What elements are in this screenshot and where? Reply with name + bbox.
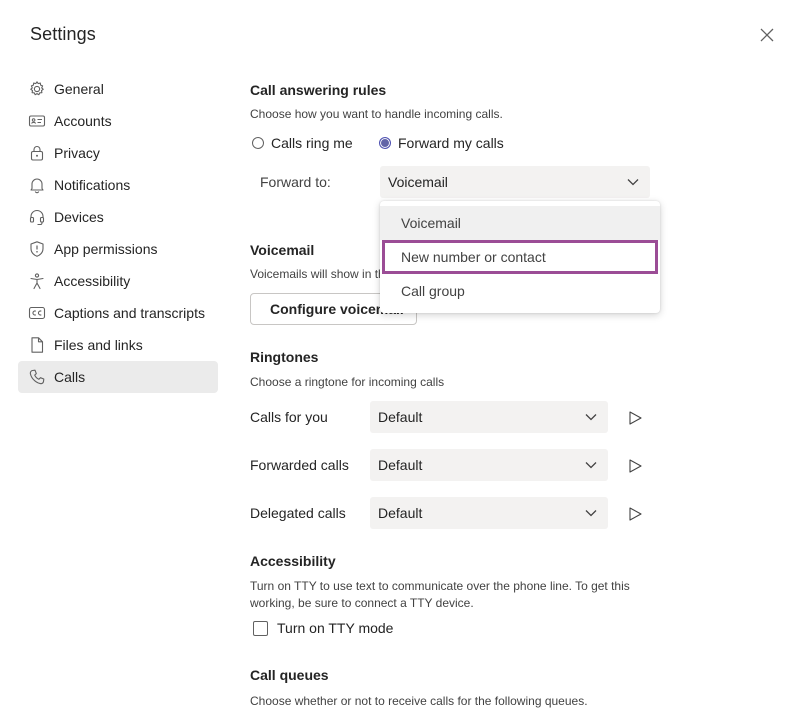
select-value: Default bbox=[378, 409, 423, 425]
accessibility-icon bbox=[28, 272, 46, 290]
shield-icon bbox=[28, 240, 46, 258]
sidebar-item-captions-and-transcripts[interactable]: Captions and transcripts bbox=[18, 297, 218, 329]
page-title: Settings bbox=[30, 24, 96, 44]
gear-icon bbox=[28, 80, 46, 98]
play-icon[interactable] bbox=[627, 458, 643, 474]
id-card-icon bbox=[28, 112, 46, 130]
sidebar-item-label: Notifications bbox=[54, 177, 131, 193]
calls-ring-me-radio[interactable]: Calls ring me bbox=[252, 135, 353, 151]
radio-label: Calls ring me bbox=[271, 135, 353, 151]
ringtone-row-label: Forwarded calls bbox=[250, 457, 349, 473]
sidebar-item-label: Files and links bbox=[54, 337, 143, 353]
dropdown-option-call-group[interactable]: Call group bbox=[380, 274, 660, 308]
forward-to-select[interactable]: Voicemail bbox=[380, 166, 650, 198]
sidebar-item-privacy[interactable]: Privacy bbox=[18, 137, 218, 169]
phone-icon bbox=[28, 368, 46, 386]
play-icon[interactable] bbox=[627, 410, 643, 426]
lock-icon bbox=[28, 144, 46, 162]
sidebar-item-files-and-links[interactable]: Files and links bbox=[18, 329, 218, 361]
chevron-down-icon bbox=[585, 510, 597, 517]
bell-icon bbox=[28, 176, 46, 194]
sidebar-item-devices[interactable]: Devices bbox=[18, 201, 218, 233]
accessibility-description-line2: working, be sure to connect a TTY device… bbox=[250, 596, 474, 610]
ringtone-row-label: Delegated calls bbox=[250, 505, 346, 521]
select-value: Default bbox=[378, 457, 423, 473]
calls-for-you-ringtone-select[interactable]: Default bbox=[370, 401, 608, 433]
sidebar-item-label: Privacy bbox=[54, 145, 100, 161]
sidebar-item-calls[interactable]: Calls bbox=[18, 361, 218, 393]
dropdown-option-voicemail[interactable]: Voicemail bbox=[380, 206, 660, 240]
voicemail-title: Voicemail bbox=[250, 242, 315, 258]
sidebar-item-notifications[interactable]: Notifications bbox=[18, 169, 218, 201]
voicemail-description: Voicemails will show in th bbox=[250, 267, 385, 281]
close-icon[interactable] bbox=[755, 23, 779, 47]
sidebar-item-label: App permissions bbox=[54, 241, 158, 257]
sidebar-item-label: Devices bbox=[54, 209, 104, 225]
sidebar-item-label: Accounts bbox=[54, 113, 112, 129]
select-value: Voicemail bbox=[388, 174, 448, 190]
call-queues-title: Call queues bbox=[250, 667, 329, 683]
settings-sidebar: General Accounts Privacy Notifications D… bbox=[18, 73, 218, 393]
dropdown-option-new-number-or-contact[interactable]: New number or contact bbox=[382, 240, 658, 274]
sidebar-item-label: General bbox=[54, 81, 104, 97]
sidebar-item-app-permissions[interactable]: App permissions bbox=[18, 233, 218, 265]
checkbox-box bbox=[253, 620, 268, 636]
chevron-down-icon bbox=[585, 462, 597, 469]
ringtones-description: Choose a ringtone for incoming calls bbox=[250, 375, 445, 389]
accessibility-description-line1: Turn on TTY to use text to communicate o… bbox=[250, 579, 630, 593]
call-answering-description: Choose how you want to handle incoming c… bbox=[250, 107, 503, 121]
call-queues-description: Choose whether or not to receive calls f… bbox=[250, 694, 588, 708]
tty-mode-checkbox[interactable]: Turn on TTY mode bbox=[253, 620, 393, 636]
call-answering-title: Call answering rules bbox=[250, 82, 387, 98]
accessibility-title: Accessibility bbox=[250, 553, 336, 569]
sidebar-item-general[interactable]: General bbox=[18, 73, 218, 105]
forward-to-dropdown-menu: Voicemail New number or contact Call gro… bbox=[380, 201, 660, 313]
checkbox-label: Turn on TTY mode bbox=[277, 620, 394, 636]
cc-icon bbox=[28, 304, 46, 322]
forward-my-calls-radio[interactable]: Forward my calls bbox=[379, 135, 504, 151]
ringtones-title: Ringtones bbox=[250, 349, 319, 365]
ringtone-row-label: Calls for you bbox=[250, 409, 328, 425]
radio-selected-icon bbox=[379, 137, 391, 149]
forwarded-calls-ringtone-select[interactable]: Default bbox=[370, 449, 608, 481]
sidebar-item-accessibility[interactable]: Accessibility bbox=[18, 265, 218, 297]
chevron-down-icon bbox=[627, 179, 639, 186]
radio-unselected-icon bbox=[252, 137, 264, 149]
sidebar-item-label: Captions and transcripts bbox=[54, 305, 205, 321]
radio-label: Forward my calls bbox=[398, 135, 504, 151]
select-value: Default bbox=[378, 505, 423, 521]
play-icon[interactable] bbox=[627, 506, 643, 522]
chevron-down-icon bbox=[585, 414, 597, 421]
delegated-calls-ringtone-select[interactable]: Default bbox=[370, 497, 608, 529]
file-icon bbox=[28, 336, 46, 354]
sidebar-item-label: Calls bbox=[54, 369, 86, 385]
sidebar-item-accounts[interactable]: Accounts bbox=[18, 105, 218, 137]
headset-icon bbox=[28, 208, 46, 226]
forward-to-label: Forward to: bbox=[260, 174, 331, 190]
sidebar-item-label: Accessibility bbox=[54, 273, 131, 289]
